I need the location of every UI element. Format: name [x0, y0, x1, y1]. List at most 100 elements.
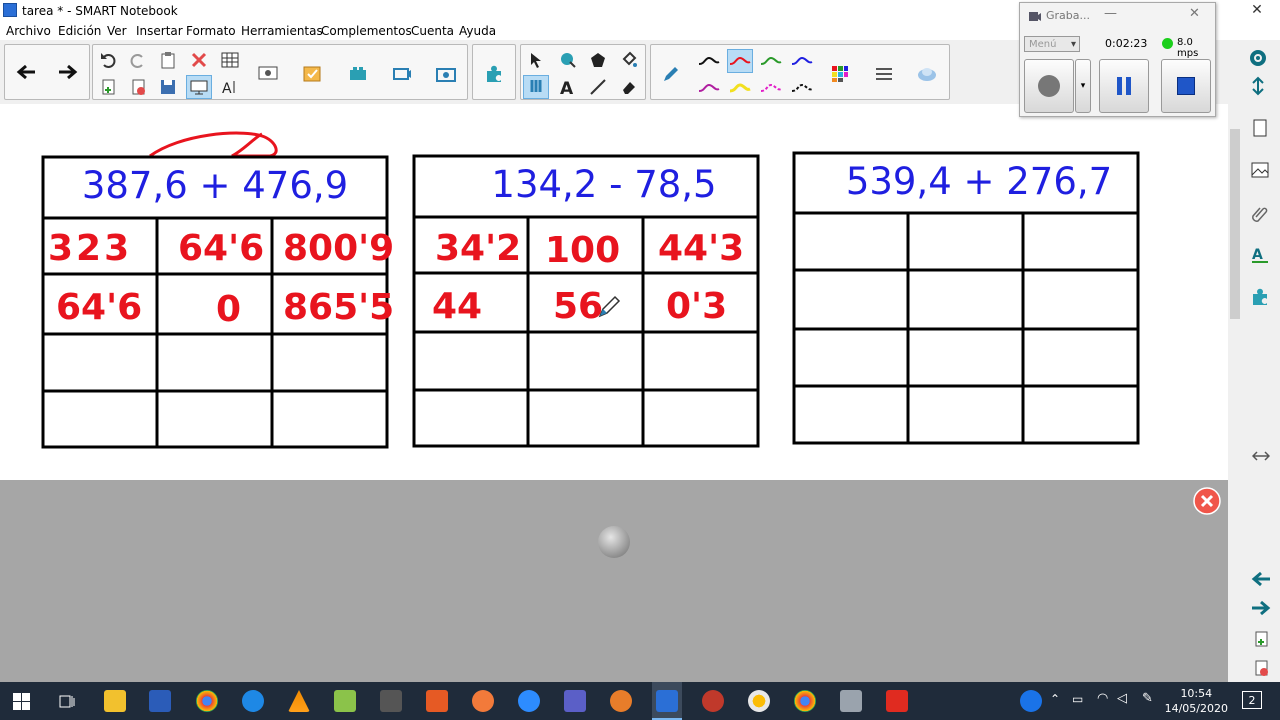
menu-cuenta[interactable]: Cuenta — [411, 24, 454, 38]
magic-pen-tool[interactable] — [554, 48, 580, 72]
select-tool[interactable] — [523, 48, 549, 72]
word-icon[interactable] — [149, 690, 171, 712]
scratch-icon[interactable] — [610, 690, 632, 712]
help-icon[interactable] — [1020, 690, 1042, 712]
chrome-icon-2[interactable] — [794, 690, 816, 712]
redo-button[interactable] — [125, 48, 151, 72]
notepad-app-icon[interactable] — [334, 690, 356, 712]
eraser-tool[interactable] — [616, 75, 642, 99]
text-tool[interactable]: A — [554, 75, 580, 99]
recorder-minimize-button[interactable]: — — [1104, 6, 1117, 21]
pen-red[interactable] — [727, 49, 753, 73]
recorder-menu-dropdown[interactable]: Menú ▾ — [1024, 36, 1080, 52]
shapes-tool[interactable] — [585, 48, 611, 72]
pen-green[interactable] — [758, 49, 784, 73]
wifi-icon[interactable]: ◠ — [1097, 691, 1108, 706]
toolbar-move-button[interactable] — [1245, 74, 1271, 98]
pen-black-dashed[interactable] — [789, 76, 815, 100]
move-sidebar-button[interactable] — [1248, 444, 1274, 468]
menu-ver[interactable]: Ver — [107, 24, 127, 38]
side-next-page-button[interactable] — [1248, 596, 1274, 620]
pen-workspace-icon[interactable]: ✎ — [1142, 691, 1153, 706]
color-palette-button[interactable] — [827, 62, 853, 86]
line-tool[interactable] — [585, 75, 611, 99]
notifications-button[interactable]: 2 — [1242, 691, 1262, 709]
undo-button[interactable] — [95, 48, 121, 72]
pen-magenta-dashed[interactable] — [758, 76, 784, 100]
pen-blue[interactable] — [789, 49, 815, 73]
menu-herramientas[interactable]: Herramientas — [241, 24, 323, 38]
menu-archivo[interactable]: Archivo — [6, 24, 51, 38]
vlc-icon[interactable] — [288, 690, 310, 712]
delete-button[interactable] — [186, 48, 212, 72]
side-prev-page-button[interactable] — [1248, 567, 1274, 591]
menu-edicion[interactable]: Edición — [58, 24, 101, 38]
line-style-button[interactable] — [871, 62, 897, 86]
screen-shade-button[interactable] — [255, 62, 281, 86]
next-page-button[interactable] — [55, 60, 81, 84]
response-button[interactable] — [300, 62, 326, 86]
file-explorer-icon[interactable] — [104, 690, 126, 712]
pen-black[interactable] — [696, 49, 722, 73]
pen-properties-button[interactable] — [659, 62, 685, 86]
fill-tool[interactable] — [616, 48, 642, 72]
pen-yellow[interactable] — [727, 76, 753, 100]
paste-button[interactable] — [155, 48, 181, 72]
document-camera-button[interactable] — [389, 62, 415, 86]
office-icon[interactable] — [426, 690, 448, 712]
pens-tool[interactable] — [523, 75, 549, 99]
addons-button[interactable] — [481, 62, 507, 86]
toolbar-settings-button[interactable] — [1245, 46, 1271, 70]
zoom-icon[interactable] — [518, 690, 540, 712]
gallery-tab[interactable] — [1247, 158, 1273, 182]
attachments-tab[interactable] — [1247, 201, 1273, 225]
stop-button[interactable] — [1161, 59, 1211, 113]
side-add-page-button[interactable] — [1248, 627, 1274, 651]
addons-tab[interactable] — [1247, 285, 1273, 309]
app-icon-orange[interactable] — [472, 690, 494, 712]
add-page-button[interactable] — [95, 75, 121, 99]
capture-button[interactable] — [433, 62, 459, 86]
menu-ayuda[interactable]: Ayuda — [459, 24, 496, 38]
app-icon-gray[interactable] — [840, 690, 862, 712]
system-clock[interactable]: 10:54 14/05/2020 — [1165, 686, 1228, 716]
delete-page-button[interactable] — [125, 75, 151, 99]
edge-icon[interactable] — [242, 690, 264, 712]
smart-notebook-taskbar-button[interactable] — [652, 682, 682, 720]
chrome-icon[interactable] — [196, 690, 218, 712]
menu-formato[interactable]: Formato — [186, 24, 236, 38]
app-icon-dark[interactable] — [380, 690, 402, 712]
properties-tab[interactable]: A — [1247, 243, 1273, 267]
record-button[interactable] — [1024, 59, 1074, 113]
menu-insertar[interactable]: Insertar — [136, 24, 183, 38]
menu-complementos[interactable]: Complementos — [321, 24, 412, 38]
task-view-icon[interactable] — [59, 693, 76, 710]
save-button[interactable] — [155, 75, 181, 99]
fill-effects-button[interactable] — [914, 62, 940, 86]
text-format-button[interactable]: A — [217, 75, 243, 99]
pen-purple[interactable] — [696, 76, 722, 100]
battery-icon[interactable]: ▭ — [1072, 692, 1083, 706]
scrollbar-thumb[interactable] — [1230, 129, 1240, 319]
side-delete-page-button[interactable] — [1248, 656, 1274, 680]
table-button[interactable] — [217, 48, 243, 72]
record-options-button[interactable]: ▾ — [1075, 59, 1091, 113]
teams-icon[interactable] — [564, 690, 586, 712]
full-screen-button[interactable] — [186, 75, 212, 99]
page-sorter-tab[interactable] — [1247, 116, 1273, 140]
close-window-button[interactable]: ✕ — [1237, 0, 1277, 22]
chrome-canary-icon[interactable] — [748, 690, 770, 712]
chevron-up-icon[interactable]: ⌃ — [1050, 692, 1060, 706]
recorder-close-button[interactable]: ✕ — [1189, 6, 1200, 21]
pause-button[interactable] — [1099, 59, 1149, 113]
lesson-activity-button[interactable] — [345, 62, 371, 86]
recorder-taskbar-icon[interactable] — [702, 690, 724, 712]
whiteboard-page[interactable]: 387,6 + 476,9 323 64'6 800'9 64'6 0 865'… — [0, 104, 1228, 480]
previous-page-button[interactable] — [13, 60, 39, 84]
windows-start-icon[interactable] — [13, 693, 30, 710]
volume-icon[interactable]: ◁ — [1117, 691, 1127, 706]
arrow-right-icon — [1252, 600, 1271, 616]
vertical-scrollbar[interactable] — [1228, 104, 1242, 682]
acrobat-icon[interactable] — [886, 690, 908, 712]
close-icon[interactable] — [1193, 487, 1221, 515]
